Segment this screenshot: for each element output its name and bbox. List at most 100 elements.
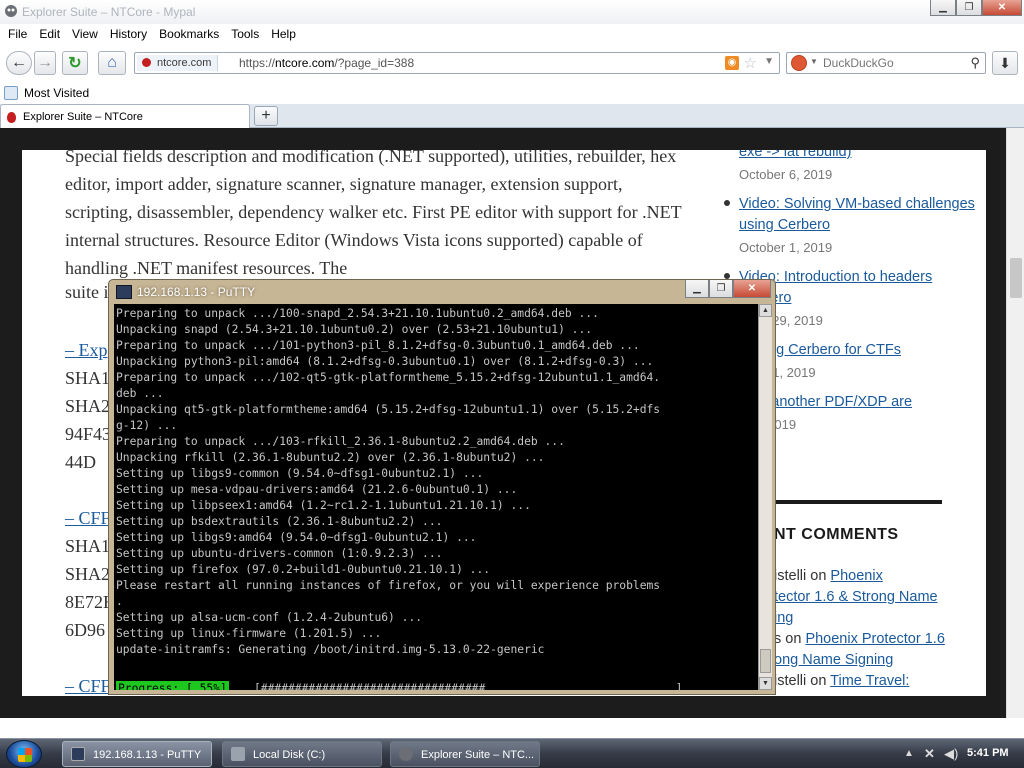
menu-bookmarks[interactable]: Bookmarks: [153, 24, 225, 44]
putty-maximize-button[interactable]: ❐: [709, 280, 733, 298]
post-link[interactable]: exe -> lat rebuild): [739, 150, 982, 163]
download-arrow-icon: ⬇: [999, 54, 1011, 71]
navigation-toolbar: ← → ↻ ⌂ ntcore.com https://ntcore.com/?p…: [0, 44, 1024, 82]
reload-button[interactable]: ↻: [62, 51, 88, 75]
terminal-line: Setting up firefox (97.0.2+build1-0ubunt…: [116, 563, 491, 576]
bookmark-most-visited[interactable]: Most Visited: [24, 86, 89, 100]
putty-window[interactable]: 192.168.1.13 - PuTTY ▁ ❐ ✕ Preparing to …: [108, 279, 776, 695]
terminal-line: Setting up libgs9-common (9.54.0~dfsg1-0…: [116, 467, 484, 480]
duckduckgo-icon[interactable]: [791, 55, 807, 71]
home-button[interactable]: ⌂: [98, 51, 126, 75]
comment-post-link[interactable]: Time Travel:: [830, 673, 909, 689]
sha2-label: SHA2: [65, 564, 111, 584]
taskbar-item-putty[interactable]: 192.168.1.13 - PuTTY: [62, 741, 212, 767]
comment-item: s on Phoenix Protector 1.6: [774, 629, 945, 650]
rss-feed-icon[interactable]: ◉: [725, 56, 739, 70]
terminal-line: Please restart all running instances of …: [116, 579, 661, 592]
comment-item: ong Name Signing: [774, 650, 893, 671]
comment-post-link[interactable]: Phoenix Protector 1.6: [805, 631, 944, 647]
putty-window-controls: ▁ ❐ ✕: [685, 280, 771, 298]
taskbar: 192.168.1.13 - PuTTY Local Disk (C:) Exp…: [0, 738, 1024, 768]
menu-view[interactable]: View: [66, 24, 104, 44]
search-bar[interactable]: ▼ ⚲: [786, 52, 986, 74]
taskbar-item-local-disk[interactable]: Local Disk (C:): [222, 741, 382, 767]
mypal-logo-icon: [5, 5, 17, 17]
terminal-line: Unpacking rfkill (2.36.1-8ubuntu2.2) ove…: [116, 451, 545, 464]
drive-icon: [231, 747, 245, 761]
start-button[interactable]: [6, 740, 42, 768]
post-date: October 6, 2019: [739, 167, 833, 182]
url-dropdown-icon[interactable]: ▼: [764, 56, 774, 67]
new-tab-button[interactable]: +: [254, 106, 278, 126]
hash-value: 6D96: [65, 620, 105, 640]
progress-bar: [#################################......…: [254, 682, 683, 690]
terminal-line: Preparing to unpack .../103-rfkill_2.36.…: [116, 435, 565, 448]
maximize-button[interactable]: ❐: [956, 0, 982, 16]
page-scrollbar[interactable]: [1006, 128, 1024, 718]
comment-post-link[interactable]: tector 1.6 & Strong Name: [774, 589, 938, 605]
close-button[interactable]: ✕: [982, 0, 1022, 16]
cff-download-link[interactable]: – CFF: [65, 676, 111, 696]
terminal-line: Preparing to unpack .../102-qt5-gtk-plat…: [116, 371, 661, 384]
home-icon: ⌂: [107, 54, 117, 71]
putty-window-title: 192.168.1.13 - PuTTY: [137, 285, 256, 299]
bookmark-star-icon[interactable]: ☆: [744, 54, 757, 72]
terminal-line: Setting up libpseex1:amd64 (1.2~rc1.2-1.…: [116, 499, 531, 512]
article-text: Special fields description and modificat…: [65, 150, 682, 278]
comment-item: istelli on Time Travel:: [774, 671, 909, 692]
tab-explorer-suite[interactable]: Explorer Suite – NTCore: [0, 104, 250, 129]
putty-minimize-button[interactable]: ▁: [685, 280, 709, 298]
forward-button[interactable]: →: [34, 51, 56, 75]
forward-arrow-icon: →: [37, 54, 53, 71]
scrollbar-thumb[interactable]: [760, 649, 771, 673]
minimize-button[interactable]: ▁: [930, 0, 956, 16]
putty-close-button[interactable]: ✕: [733, 280, 771, 298]
terminal-output[interactable]: Preparing to unpack .../100-snapd_2.54.3…: [114, 304, 758, 690]
comment-post-link[interactable]: ong Name Signing: [774, 652, 893, 668]
hash-value: 8E72E: [65, 592, 114, 612]
comment-post-link[interactable]: Phoenix: [830, 568, 882, 584]
address-bar[interactable]: ntcore.com https://ntcore.com/?page_id=3…: [134, 52, 780, 74]
terminal-line: Preparing to unpack .../101-python3-pil_…: [116, 339, 640, 352]
network-icon[interactable]: ✕: [924, 746, 935, 762]
search-engine-dropdown-icon[interactable]: ▼: [810, 57, 818, 66]
downloads-button[interactable]: ⬇: [992, 51, 1018, 75]
terminal-scrollbar[interactable]: ▲ ▼: [758, 304, 772, 690]
scroll-down-icon[interactable]: ▼: [759, 677, 772, 690]
browser-title-bar: Explorer Suite – NTCore - Mypal ▁ ❐ ✕: [0, 0, 1024, 24]
putty-terminal-icon: [116, 285, 132, 299]
url-text[interactable]: https://ntcore.com/?page_id=388: [239, 56, 414, 70]
volume-icon[interactable]: ◀): [944, 746, 958, 762]
url-host: ntcore.com: [275, 56, 335, 70]
windows-logo-icon: [18, 748, 32, 762]
back-button[interactable]: ←: [6, 51, 32, 75]
menu-edit[interactable]: Edit: [33, 24, 66, 44]
menu-bar: File Edit View History Bookmarks Tools H…: [0, 24, 1024, 44]
post-link[interactable]: Video: Solving VM-based challenges using…: [739, 194, 982, 236]
terminal-line: Setting up bsdextrautils (2.36.1-8ubuntu…: [116, 515, 443, 528]
scroll-up-icon[interactable]: ▲: [759, 304, 772, 317]
menu-history[interactable]: History: [104, 24, 153, 44]
comment-item: tector 1.6 & Strong Name: [774, 587, 938, 608]
browser-window-title: Explorer Suite – NTCore - Mypal: [22, 5, 196, 19]
tray-expand-icon[interactable]: ▲: [904, 748, 914, 759]
search-input[interactable]: [823, 56, 963, 70]
recent-comments-heading: NT COMMENTS: [774, 526, 899, 543]
comment-post-link[interactable]: ing: [774, 610, 793, 626]
menu-help[interactable]: Help: [265, 24, 302, 44]
scrollbar-thumb[interactable]: [1010, 258, 1022, 298]
cff-download-link[interactable]: – CFF: [65, 508, 111, 529]
putty-icon: [71, 747, 85, 761]
site-identity-button[interactable]: ntcore.com: [137, 55, 219, 71]
explorer-download-link[interactable]: – Exp: [65, 340, 108, 361]
taskbar-item-browser[interactable]: Explorer Suite – NTC...: [390, 741, 540, 767]
menu-tools[interactable]: Tools: [225, 24, 265, 44]
terminal-line: Setting up mesa-vdpau-drivers:amd64 (21.…: [116, 483, 518, 496]
clock[interactable]: 5:41 PM: [967, 747, 1009, 759]
terminal-line: Unpacking qt5-gtk-platformtheme:amd64 (5…: [116, 403, 661, 416]
progress-label: Progress: [ 55%]: [116, 681, 229, 690]
url-scheme: https://: [239, 56, 276, 70]
list-item: exe -> lat rebuild) October 6, 2019: [722, 150, 982, 182]
search-icon[interactable]: ⚲: [970, 55, 980, 71]
menu-file[interactable]: File: [2, 24, 33, 44]
